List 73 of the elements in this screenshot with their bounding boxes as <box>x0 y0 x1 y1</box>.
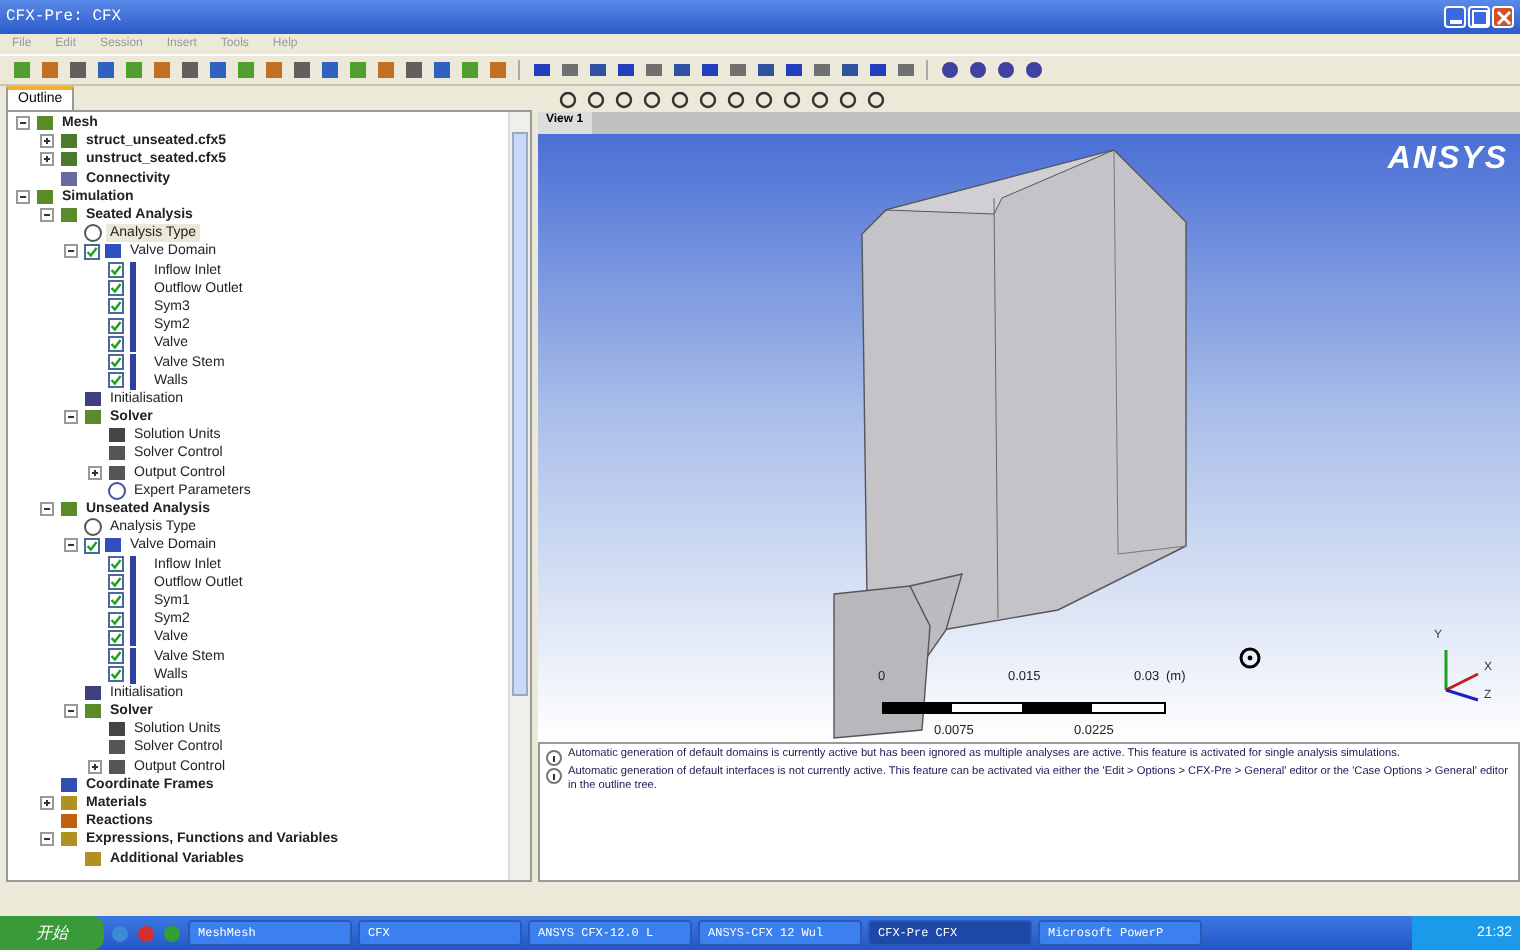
logo: ANSYS <box>1387 142 1508 178</box>
checkbox[interactable] <box>108 298 124 315</box>
start-button[interactable]: 开始 <box>0 916 104 950</box>
checkbox[interactable] <box>84 243 100 260</box>
expander-icon[interactable] <box>88 465 102 480</box>
checkbox[interactable] <box>108 354 124 371</box>
toolbar-button[interactable] <box>584 58 610 82</box>
checkbox[interactable] <box>108 372 124 389</box>
toolbar-button[interactable] <box>696 58 722 82</box>
toolbar-button[interactable] <box>400 58 426 82</box>
expander-icon[interactable] <box>88 759 102 774</box>
checkbox[interactable] <box>108 280 124 297</box>
toolbar-button[interactable] <box>750 87 776 111</box>
expander-icon[interactable] <box>64 538 78 553</box>
checkbox[interactable] <box>108 317 124 334</box>
expander-icon[interactable] <box>40 208 54 223</box>
toolbar-button[interactable] <box>176 58 202 82</box>
toolbar-button[interactable] <box>780 58 806 82</box>
toolbar-button[interactable] <box>204 58 230 82</box>
checkbox[interactable] <box>108 574 124 591</box>
toolbar-button[interactable] <box>64 58 90 82</box>
maximize-button[interactable] <box>1468 6 1490 28</box>
checkbox[interactable] <box>108 611 124 628</box>
toolbar-button[interactable] <box>528 58 554 82</box>
toolbar-button[interactable] <box>668 58 694 82</box>
minimize-button[interactable] <box>1444 6 1466 28</box>
checkbox[interactable] <box>108 666 124 683</box>
toolbar-button[interactable] <box>428 58 454 82</box>
checkbox[interactable] <box>108 262 124 279</box>
toolbar-button[interactable] <box>1020 58 1046 82</box>
toolbar-button[interactable] <box>836 58 862 82</box>
expander-icon[interactable] <box>16 189 30 204</box>
toolbar-button[interactable] <box>288 58 314 82</box>
window-title: CFX-Pre: CFX <box>6 8 124 26</box>
checkbox[interactable] <box>108 592 124 609</box>
checkbox[interactable] <box>108 629 124 646</box>
expander-icon[interactable] <box>40 832 54 847</box>
expander-icon[interactable] <box>40 796 54 811</box>
toolbar-button[interactable] <box>610 87 636 111</box>
toolbar-button[interactable] <box>582 87 608 111</box>
toolbar-button[interactable] <box>778 87 804 111</box>
checkbox[interactable] <box>108 556 124 573</box>
close-icon <box>1495 9 1511 25</box>
toolbar-button[interactable] <box>864 58 890 82</box>
expander-icon[interactable] <box>64 244 78 259</box>
checkbox[interactable] <box>84 537 100 554</box>
toolbar-button[interactable] <box>316 58 342 82</box>
checkbox[interactable] <box>108 335 124 352</box>
expander-icon[interactable] <box>40 502 54 517</box>
maximize-icon <box>1471 9 1487 25</box>
toolbar-button[interactable] <box>666 87 692 111</box>
toolbar-button[interactable] <box>752 58 778 82</box>
toolbar-button[interactable] <box>638 87 664 111</box>
expander-icon[interactable] <box>40 152 54 167</box>
expander-icon[interactable] <box>16 116 30 131</box>
rotate-cursor-icon <box>1238 646 1262 670</box>
toolbar-button[interactable] <box>936 58 962 82</box>
toolbar-button[interactable] <box>612 58 638 82</box>
toolbar-button[interactable] <box>964 58 990 82</box>
checkbox[interactable] <box>108 648 124 665</box>
toolbar-button[interactable] <box>992 58 1018 82</box>
expander-icon[interactable] <box>40 134 54 149</box>
toolbar-button[interactable] <box>862 87 888 111</box>
expander-icon[interactable] <box>64 410 78 425</box>
expander-icon[interactable] <box>64 704 78 719</box>
toolbar-button[interactable] <box>694 87 720 111</box>
toolbar-button[interactable] <box>806 87 832 111</box>
toolbar-button[interactable] <box>834 87 860 111</box>
toolbar-button[interactable] <box>92 58 118 82</box>
toolbar-button[interactable] <box>554 87 580 111</box>
toolbar-button[interactable] <box>722 87 748 111</box>
close-button[interactable] <box>1492 6 1514 28</box>
scrollbar[interactable] <box>508 112 530 880</box>
